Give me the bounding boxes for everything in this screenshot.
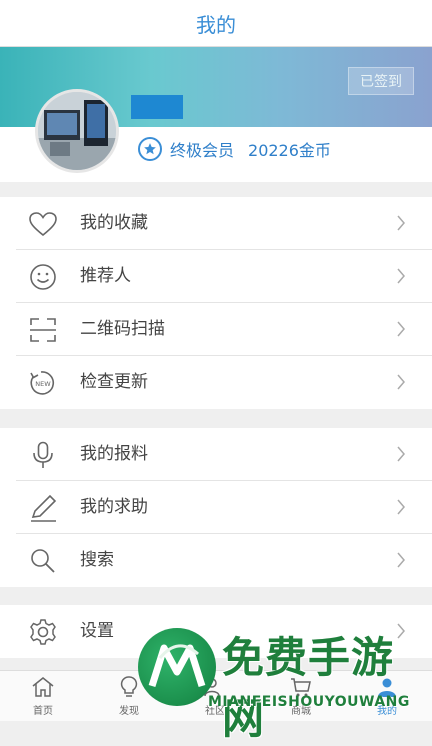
watermark: 免费手游网 MIANFEISHOUYOUWANG [138,620,432,743]
star-badge-icon [138,137,162,161]
chevron-right-icon [396,552,406,568]
gear-icon [28,618,58,646]
avatar-photo [38,92,116,170]
menu-item-check-update[interactable]: NEW 检查更新 [0,356,432,409]
menu-item-qr-scan[interactable]: 二维码扫描 [0,303,432,356]
tab-label: 首页 [33,706,53,717]
profile-card: 已签到 终极会员 20226金币 [0,47,432,182]
signed-in-button[interactable]: 已签到 [348,67,414,95]
search-icon [28,547,58,575]
menu-item-label: 我的报料 [80,444,148,464]
app-header: 我的 [0,0,432,47]
menu-item-label: 二维码扫描 [80,319,165,339]
menu-item-label: 推荐人 [80,266,131,286]
chevron-right-icon [396,499,406,515]
menu-item-label: 我的求助 [80,497,148,517]
menu-group-1: 我的收藏 推荐人 二维码扫描 NEW 检查更新 [0,197,432,409]
chevron-right-icon [396,321,406,337]
pencil-icon [28,494,58,522]
menu-item-label: 检查更新 [80,372,148,392]
menu-item-my-reports[interactable]: 我的报料 [0,428,432,481]
watermark-logo [138,628,216,706]
watermark-subtitle: MIANFEISHOUYOUWANG [208,694,410,710]
coin-balance: 20226金币 [248,141,331,160]
avatar[interactable] [35,89,119,173]
home-icon [31,675,55,699]
chevron-right-icon [396,268,406,284]
qr-scan-icon [28,316,58,344]
heart-icon [28,210,58,238]
chevron-right-icon [396,446,406,462]
menu-item-my-help[interactable]: 我的求助 [0,481,432,534]
chevron-right-icon [396,374,406,390]
member-level: 终极会员 [170,141,235,160]
menu-item-favorites[interactable]: 我的收藏 [0,197,432,250]
menu-item-label: 我的收藏 [80,213,148,233]
smiley-icon [28,263,58,291]
microphone-icon [28,441,58,469]
nickname-redacted [131,95,183,119]
watermark-title: 免费手游网 [222,633,395,743]
chevron-right-icon [396,215,406,231]
menu-item-label: 设置 [80,621,114,641]
tab-home[interactable]: 首页 [13,671,73,721]
update-new-icon: NEW [28,369,58,397]
page-title: 我的 [196,12,236,37]
svg-text:NEW: NEW [35,380,51,388]
membership-info: 终极会员 20226金币 [138,137,331,161]
menu-item-referrer[interactable]: 推荐人 [0,250,432,303]
menu-item-label: 搜索 [80,550,114,570]
menu-group-2: 我的报料 我的求助 搜索 [0,428,432,587]
menu-item-search[interactable]: 搜索 [0,534,432,587]
